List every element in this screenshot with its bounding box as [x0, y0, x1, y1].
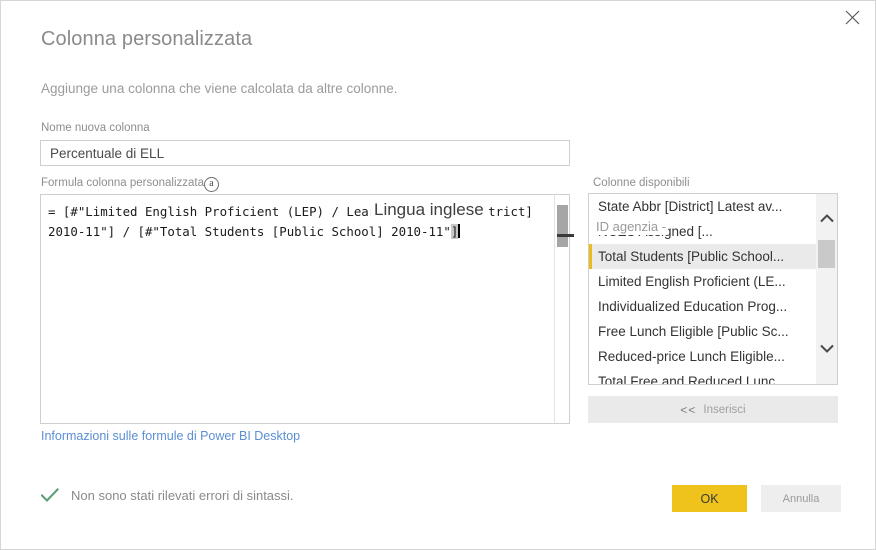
scrollbar-grip-icon: [557, 234, 574, 237]
column-list-item[interactable]: Free Lunch Eligible [Public Sc...: [589, 319, 817, 344]
column-list-item-label: Total Students [Public School...: [598, 249, 784, 264]
formula-help-link[interactable]: Informazioni sulle formule di Power BI D…: [41, 429, 300, 443]
text-caret: [458, 224, 460, 238]
new-column-name-label: Nome nuova colonna: [41, 122, 150, 134]
columns-scrollbar-thumb[interactable]: [818, 240, 835, 268]
syntax-status-text: Non sono stati rilevati errori di sintas…: [71, 488, 294, 503]
chevron-down-icon: [820, 340, 834, 358]
column-list-item[interactable]: Reduced-price Lunch Eligible...: [589, 344, 817, 369]
scroll-down-button[interactable]: [816, 336, 837, 362]
double-chevron-left-icon: <<: [680, 403, 696, 417]
column-list-item-label: Reduced-price Lunch Eligible...: [598, 349, 785, 364]
annotation-id-agenzia: ID agenzia -: [594, 218, 668, 235]
close-icon: [845, 10, 860, 25]
close-button[interactable]: [829, 1, 875, 33]
new-column-name-input[interactable]: [40, 140, 570, 166]
custom-column-formula-label: Formula colonna personalizzata: [41, 177, 204, 189]
column-list-item[interactable]: State Abbr [District] Latest av...: [589, 194, 817, 219]
annotation-lingua-inglese: Lingua inglese: [371, 199, 487, 221]
columns-scrollbar[interactable]: [816, 194, 837, 384]
column-list-item[interactable]: Individualized Education Prog...: [589, 294, 817, 319]
column-list-item-label: Limited English Proficient (LE...: [598, 274, 786, 289]
custom-column-dialog: Colonna personalizzata Aggiunge una colo…: [0, 0, 876, 550]
insert-button-label: Inserisci: [703, 404, 745, 416]
syntax-status: Non sono stati rilevati errori di sintas…: [41, 488, 294, 503]
ok-button[interactable]: OK: [672, 485, 747, 512]
info-icon[interactable]: a: [204, 177, 219, 192]
column-list-item-label: Free Lunch Eligible [Public Sc...: [598, 324, 789, 339]
cancel-button[interactable]: Annulla: [761, 485, 841, 512]
chevron-up-icon: [820, 210, 834, 228]
column-list-item-label: State Abbr [District] Latest av...: [598, 199, 782, 214]
column-list-item[interactable]: Total Students [Public School...: [589, 244, 817, 269]
dialog-subtitle: Aggiunge una colonna che viene calcolata…: [41, 81, 398, 96]
column-list-item[interactable]: Limited English Proficient (LE...: [589, 269, 817, 294]
formula-text-closing-bracket: ]: [451, 224, 458, 239]
check-icon: [41, 488, 59, 503]
available-columns-label: Colonne disponibili: [593, 177, 690, 189]
formula-scrollbar[interactable]: [554, 195, 569, 423]
formula-editor[interactable]: = [#"Limited English Proficient (LEP) / …: [40, 194, 570, 424]
column-list-item-label: Individualized Education Prog...: [598, 299, 787, 314]
insert-column-button[interactable]: << Inserisci: [588, 396, 838, 423]
column-list-item-label: Total Free and Reduced Lunc...: [598, 374, 786, 385]
formula-scrollbar-thumb[interactable]: [557, 205, 568, 247]
scroll-up-button[interactable]: [816, 206, 837, 232]
column-list-item[interactable]: Total Free and Reduced Lunc...: [589, 369, 817, 385]
dialog-title: Colonna personalizzata: [41, 28, 252, 51]
